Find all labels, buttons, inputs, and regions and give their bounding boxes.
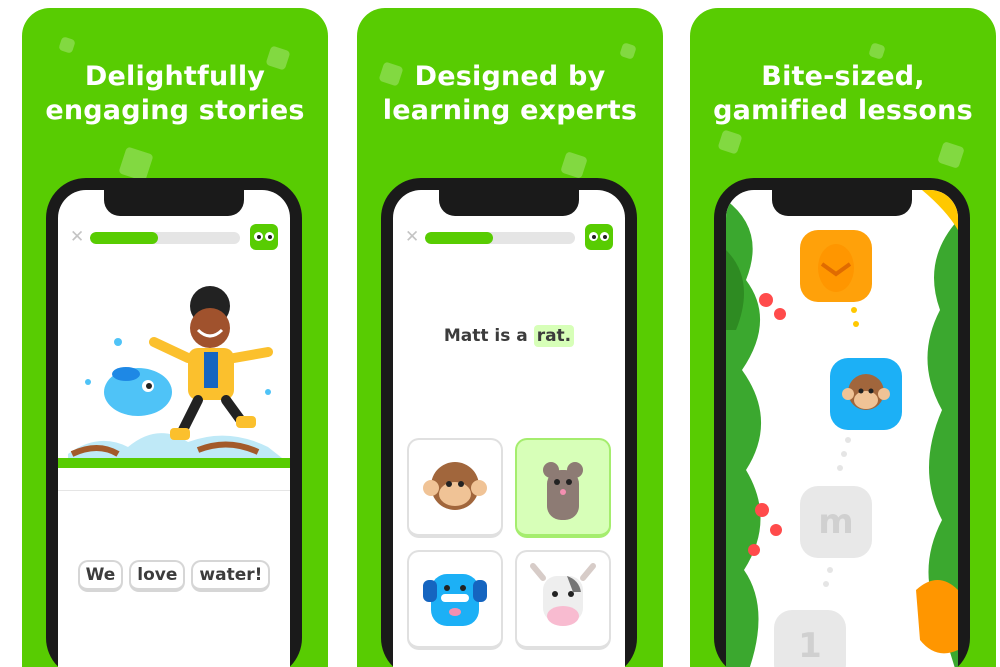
headline-line-1: Delightfully bbox=[84, 61, 266, 92]
duo-owl-icon bbox=[250, 224, 278, 250]
phone-screen: m 1 bbox=[726, 190, 958, 667]
phone-notch bbox=[104, 190, 244, 216]
decor-cube bbox=[118, 146, 154, 182]
decor-cube bbox=[58, 36, 76, 54]
headline-line-2: engaging stories bbox=[45, 95, 305, 126]
rat-icon bbox=[543, 462, 583, 520]
cow-icon bbox=[530, 563, 596, 626]
headline-line-2: gamified lessons bbox=[713, 95, 973, 126]
duo-owl-icon bbox=[585, 224, 613, 250]
lesson-locked-node[interactable]: m bbox=[800, 486, 872, 558]
headline: Delightfully engaging stories bbox=[22, 60, 328, 128]
choice-card-cow[interactable] bbox=[515, 550, 611, 650]
decor-cube bbox=[619, 42, 637, 60]
divider bbox=[58, 490, 290, 491]
egg-icon bbox=[818, 244, 854, 292]
choice-card-dog[interactable] bbox=[407, 550, 503, 650]
highlighted-word: rat. bbox=[533, 325, 575, 347]
phone-notch bbox=[439, 190, 579, 216]
decor-cube bbox=[717, 129, 743, 155]
screenshot-panel-stories: Delightfully engaging stories ✕ We love … bbox=[22, 8, 328, 667]
phone-notch bbox=[772, 190, 912, 216]
phone-screen: ✕ Matt is a rat. bbox=[393, 190, 625, 667]
screenshot-panel-experts: Designed by learning experts ✕ Matt is a… bbox=[357, 8, 663, 667]
prompt-sentence: Matt is a rat. bbox=[393, 325, 625, 347]
screenshot-panel-lessons: Bite-sized, gamified lessons m 1 bbox=[690, 8, 996, 667]
progress-bar bbox=[425, 232, 575, 244]
decor-cube bbox=[868, 42, 886, 60]
sentence-text: Matt is a bbox=[443, 326, 528, 346]
lesson-top-bar: ✕ bbox=[405, 224, 613, 250]
lesson-egg-node[interactable] bbox=[800, 230, 872, 302]
word-tile-water[interactable]: water! bbox=[191, 560, 271, 592]
close-icon[interactable]: ✕ bbox=[405, 226, 421, 248]
lesson-locked-node[interactable]: 1 bbox=[774, 610, 846, 667]
decor-cube bbox=[560, 151, 588, 179]
monkey-icon bbox=[423, 462, 487, 510]
headline: Designed by learning experts bbox=[357, 60, 663, 128]
phone-frame: ✕ Matt is a rat. bbox=[381, 178, 637, 667]
word-bank: We love water! bbox=[58, 560, 290, 592]
lesson-monkey-node[interactable] bbox=[830, 358, 902, 430]
word-tile-we[interactable]: We bbox=[77, 560, 124, 592]
progress-fill bbox=[90, 232, 158, 244]
phone-frame: ✕ We love water! bbox=[46, 178, 302, 667]
monkey-icon bbox=[842, 374, 890, 410]
headline-line-1: Bite-sized, bbox=[761, 61, 925, 92]
dog-icon bbox=[423, 574, 487, 626]
phone-screen: ✕ We love water! bbox=[58, 190, 290, 667]
close-icon[interactable]: ✕ bbox=[70, 226, 86, 248]
choice-card-rat[interactable] bbox=[515, 438, 611, 538]
story-illustration bbox=[58, 286, 290, 468]
headline: Bite-sized, gamified lessons bbox=[690, 60, 996, 128]
choice-card-monkey[interactable] bbox=[407, 438, 503, 538]
progress-bar bbox=[90, 232, 240, 244]
progress-fill bbox=[425, 232, 493, 244]
decor-cube bbox=[937, 141, 965, 169]
lesson-top-bar: ✕ bbox=[70, 224, 278, 250]
word-tile-love[interactable]: love bbox=[129, 560, 186, 592]
headline-line-2: learning experts bbox=[382, 95, 638, 126]
headline-line-1: Designed by bbox=[414, 61, 606, 92]
phone-frame: m 1 bbox=[714, 178, 970, 667]
